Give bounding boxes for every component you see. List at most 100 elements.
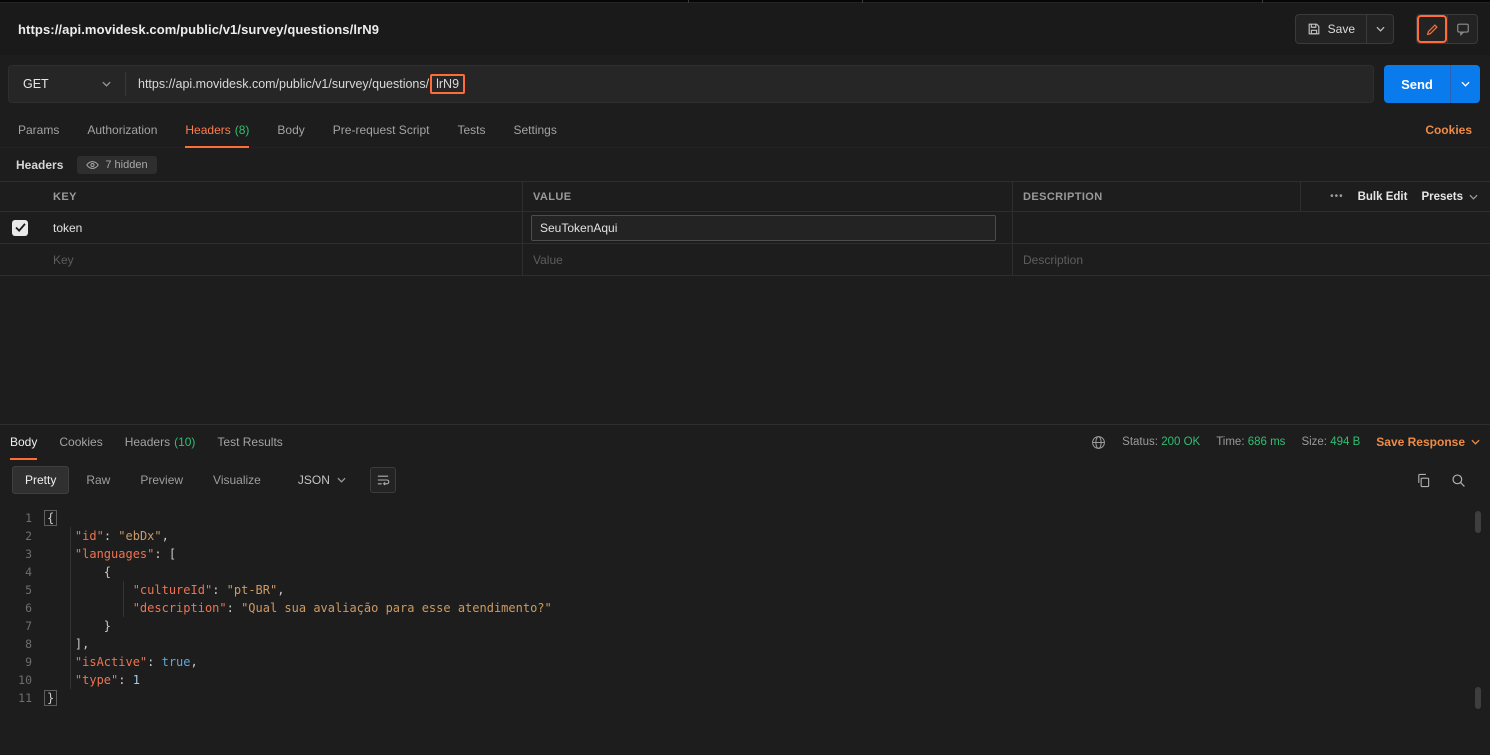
key-placeholder[interactable]: Key xyxy=(53,253,74,267)
indent-guide xyxy=(70,527,71,689)
code-line: 7 } xyxy=(0,617,1490,635)
view-tab-preview[interactable]: Preview xyxy=(127,466,196,494)
code-line: 4 { xyxy=(0,563,1490,581)
tab-body[interactable]: Body xyxy=(10,425,38,460)
edit-button[interactable] xyxy=(1417,15,1447,43)
size-value: 494 B xyxy=(1330,436,1361,448)
app-tab-divider xyxy=(862,0,863,3)
tab-test-results[interactable]: Test Results xyxy=(217,425,282,459)
send-button[interactable]: Send xyxy=(1384,65,1450,103)
network-icon[interactable] xyxy=(1091,435,1106,450)
line-number: 5 xyxy=(25,583,32,597)
more-options-button[interactable]: ••• xyxy=(1330,191,1344,202)
code-content: "isActive": true, xyxy=(74,655,198,669)
tab-count: (8) xyxy=(234,123,250,137)
tab-params[interactable]: Params xyxy=(18,113,59,147)
code-viewer: 1{2 "id": "ebDx", 3 "languages": [4 {5 "c… xyxy=(0,501,1490,755)
wrap-text-button[interactable] xyxy=(369,467,396,493)
code-line: 2 "id": "ebDx", xyxy=(0,527,1490,545)
pencil-icon xyxy=(1426,23,1439,36)
empty-area xyxy=(0,276,1490,424)
tab-label: Settings xyxy=(513,123,557,137)
tab-label: Authorization xyxy=(87,123,158,137)
response-view-toolbar: Pretty Raw Preview Visualize JSON xyxy=(0,459,1490,501)
chevron-down-icon xyxy=(1461,81,1470,87)
search-button[interactable] xyxy=(1451,473,1466,488)
response-panel: Body Cookies Headers (10) Test Results Statu… xyxy=(0,424,1490,755)
save-response-button[interactable]: Save Response xyxy=(1376,435,1480,449)
header-description[interactable] xyxy=(1012,212,1490,243)
time-badge: Time: 686 ms xyxy=(1216,436,1285,448)
headers-table: KEY VALUE DESCRIPTION ••• Bulk Edit Pres… xyxy=(0,181,1490,276)
tab-cookies[interactable]: Cookies xyxy=(59,425,102,459)
tab-pre-request-script[interactable]: Pre-request Script xyxy=(333,113,430,147)
tab-label: Test Results xyxy=(217,435,283,449)
save-options-button[interactable] xyxy=(1367,15,1393,43)
scrollbar-thumb[interactable] xyxy=(1475,687,1481,709)
line-number: 6 xyxy=(25,601,32,615)
app-tab-divider xyxy=(688,0,689,3)
description-placeholder[interactable]: Description xyxy=(1023,253,1083,267)
placeholder-row: Key Value Description xyxy=(0,244,1490,276)
view-tab-visualize[interactable]: Visualize xyxy=(200,466,274,494)
chevron-down-icon xyxy=(1375,26,1385,32)
view-tab-pretty[interactable]: Pretty xyxy=(12,466,70,494)
checkbox-column-header xyxy=(0,182,40,211)
tab-label: Body xyxy=(10,435,38,449)
presets-label: Presets xyxy=(1421,190,1463,203)
hidden-headers-badge[interactable]: 7 hidden xyxy=(77,155,157,174)
code-content: "description": "Qual sua avaliação para … xyxy=(132,601,552,615)
tab-label: Pre-request Script xyxy=(332,123,430,137)
tab-authorization[interactable]: Authorization xyxy=(87,113,157,147)
value-placeholder[interactable]: Value xyxy=(533,253,563,267)
method-select[interactable]: GET xyxy=(9,66,125,102)
tab-label: Tests xyxy=(457,123,486,137)
app-tab-divider xyxy=(1262,0,1263,3)
tab-body[interactable]: Body xyxy=(277,113,304,147)
line-number: 11 xyxy=(18,691,32,705)
view-tab-raw[interactable]: Raw xyxy=(73,466,123,494)
presets-button[interactable]: Presets xyxy=(1421,191,1478,203)
header-value-input[interactable]: SeuTokenAqui xyxy=(531,214,996,241)
header-row-token: token SeuTokenAqui xyxy=(0,212,1490,244)
headers-table-header: KEY VALUE DESCRIPTION ••• Bulk Edit Pres… xyxy=(0,182,1490,212)
hidden-count-label: 7 hidden xyxy=(105,158,148,171)
line-number: 3 xyxy=(25,547,32,561)
url-highlight: lrN9 xyxy=(430,74,466,94)
copy-button[interactable] xyxy=(1416,473,1431,488)
code-line: 11} xyxy=(0,689,1490,707)
request-tabs: Params Authorization Headers (8) Body Pre-req… xyxy=(0,113,1490,148)
status-value: 200 OK xyxy=(1161,436,1201,448)
scrollbar-thumb[interactable] xyxy=(1475,511,1481,533)
format-select[interactable]: JSON xyxy=(288,467,356,493)
tab-settings[interactable]: Settings xyxy=(514,113,557,147)
save-button[interactable]: Save xyxy=(1296,15,1366,43)
status-label: Status: xyxy=(1122,436,1158,448)
tab-tests[interactable]: Tests xyxy=(457,113,485,147)
code-content: "id": "ebDx", xyxy=(74,529,169,543)
request-title: https://api.movidesk.com/public/v1/surve… xyxy=(18,21,380,37)
code-content: "languages": [ xyxy=(74,547,177,561)
code-line: 5 "cultureId": "pt-BR", xyxy=(0,581,1490,599)
code-line: 3 "languages": [ xyxy=(0,545,1490,563)
status-badge: Status: 200 OK xyxy=(1122,436,1200,448)
comments-button[interactable] xyxy=(1447,15,1477,43)
format-label: JSON xyxy=(297,473,330,487)
row-checkbox[interactable] xyxy=(12,219,28,236)
time-value: 686 ms xyxy=(1247,436,1286,448)
bulk-edit-button[interactable]: Bulk Edit xyxy=(1358,191,1408,203)
line-number: 10 xyxy=(18,673,32,687)
request-builder-row: GET https://api.movidesk.com/public/v1/s… xyxy=(0,55,1490,113)
code-content: { xyxy=(103,565,112,579)
tab-headers[interactable]: Headers (10) xyxy=(125,425,196,459)
url-input[interactable]: https://api.movidesk.com/public/v1/surve… xyxy=(126,66,1373,102)
postman-app: https://api.movidesk.com/public/v1/surve… xyxy=(0,0,1490,755)
code-line: 6 "description": "Qual sua avaliação par… xyxy=(0,599,1490,617)
line-number: 2 xyxy=(25,529,32,543)
send-options-button[interactable] xyxy=(1450,65,1480,103)
save-button-group: Save xyxy=(1294,14,1394,44)
cookies-link[interactable]: Cookies xyxy=(1425,123,1472,137)
headers-meta-row: Headers 7 hidden xyxy=(0,148,1490,181)
tab-headers[interactable]: Headers (8) xyxy=(185,113,250,148)
header-key[interactable]: token xyxy=(53,221,82,235)
